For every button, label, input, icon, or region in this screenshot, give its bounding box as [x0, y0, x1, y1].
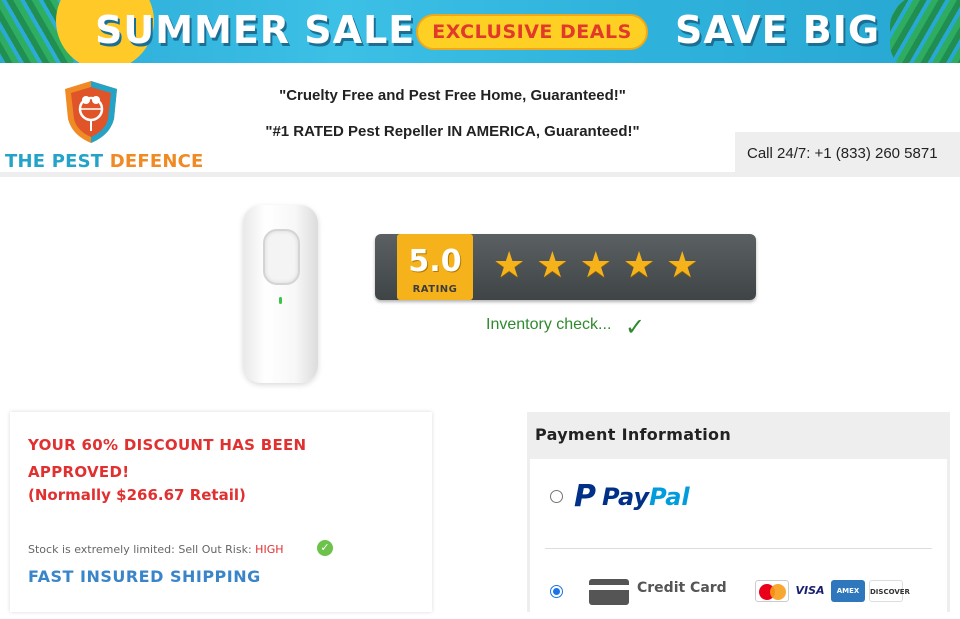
pest-defence-logo[interactable]: THE PEST DEFENCE: [4, 77, 203, 173]
summer-sale-banner[interactable]: SUMMER SALE EXCLUSIVE DEALS SAVE BIG: [0, 0, 960, 63]
discover-icon: DISCOVER: [869, 580, 910, 602]
amex-icon: AMEX: [831, 580, 865, 602]
paypal-icon: P: [574, 479, 596, 514]
device-led-indicator: [279, 297, 282, 304]
checkmark-icon: ✓: [625, 313, 646, 341]
discount-card: YOUR 60% DISCOUNT HAS BEEN APPROVED! (No…: [10, 412, 432, 612]
device-button: [263, 229, 300, 285]
paypal-pay: Pay: [602, 482, 650, 511]
rating-score-box: 5.0 RATING: [397, 234, 473, 300]
call-phone-link[interactable]: Call 24/7: +1 (833) 260 5871: [735, 132, 960, 176]
palm-leaves-decoration: [890, 0, 960, 63]
tagline-number-one-rated: "#1 RATED Pest Repeller IN AMERICA, Guar…: [265, 123, 640, 140]
logo-the: THE: [5, 151, 52, 172]
visa-icon: VISA: [793, 580, 827, 602]
logo-wordmark: THE PEST DEFENCE: [5, 151, 204, 172]
rating-badge: 5.0 RATING ★ ★ ★ ★ ★: [375, 234, 756, 300]
inventory-check-text: Inventory check...: [486, 316, 612, 333]
card-brand-logos: VISA AMEX DISCOVER: [755, 580, 910, 602]
rating-value: 5.0: [408, 244, 462, 279]
logo-defence: DEFENCE: [109, 151, 204, 172]
pest-repeller-device-image: [243, 205, 318, 383]
credit-card-label[interactable]: Credit Card: [637, 580, 727, 596]
banner-save-big-text: SAVE BIG: [675, 8, 881, 52]
mastercard-icon: [755, 580, 789, 602]
paypal-radio[interactable]: [550, 490, 563, 503]
paypal-wordmark: PayPal: [602, 483, 690, 511]
tagline-cruelty-free: "Cruelty Free and Pest Free Home, Guaran…: [279, 87, 626, 104]
rating-label: RATING: [412, 284, 458, 295]
credit-card-radio[interactable]: [550, 585, 563, 598]
stock-warning: Stock is extremely limited: Sell Out Ris…: [28, 543, 283, 556]
banner-exclusive-deals-pill: EXCLUSIVE DEALS: [416, 14, 648, 50]
star-icon: ★: [536, 245, 569, 286]
paypal-option[interactable]: P PayPal: [574, 479, 690, 515]
site-header: THE PEST DEFENCE "Cruelty Free and Pest …: [0, 63, 960, 177]
logo-pest: PEST: [51, 151, 110, 172]
star-icon: ★: [666, 245, 699, 286]
normal-retail-price: (Normally $266.67 Retail): [28, 486, 246, 504]
payment-options: P PayPal Credit Card VISA AMEX DISCOVER: [530, 459, 947, 619]
check-circle-icon: ✓: [317, 540, 333, 556]
payment-information-heading: Payment Information: [527, 412, 950, 457]
payment-information-panel: Payment Information P PayPal Credit Card …: [527, 412, 950, 619]
star-icon: ★: [493, 245, 526, 286]
star-icon: ★: [622, 245, 656, 286]
sell-out-risk-value: HIGH: [255, 543, 284, 556]
shield-mouse-icon: [65, 81, 117, 143]
fast-insured-shipping-heading: FAST INSURED SHIPPING: [28, 567, 261, 586]
stock-warning-text: Stock is extremely limited: Sell Out Ris…: [28, 543, 256, 556]
banner-summer-sale-text: SUMMER SALE: [95, 8, 416, 52]
discount-approved-heading: YOUR 60% DISCOUNT HAS BEEN APPROVED!: [28, 436, 307, 481]
star-icon: ★: [579, 245, 612, 286]
credit-card-icon: [589, 579, 629, 605]
paypal-pal: Pal: [649, 482, 690, 511]
rating-stars: ★ ★ ★ ★ ★: [493, 248, 709, 284]
payment-divider: [545, 548, 932, 549]
